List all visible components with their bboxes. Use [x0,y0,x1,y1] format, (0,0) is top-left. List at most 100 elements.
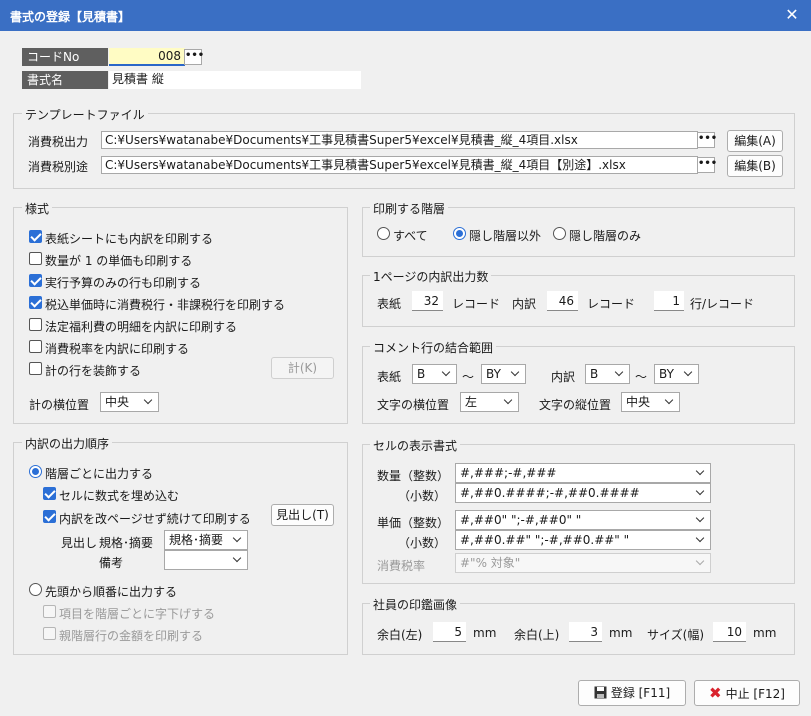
cover-lines-label: 表紙 [377,297,402,311]
qty-dec-select[interactable]: #,##0.####;-#,##0.#### [455,483,711,503]
template-group [13,113,795,189]
tax-sep-browse-button[interactable]: ••• [697,157,717,173]
qty-dec-label: （小数） [398,489,447,503]
style-checkbox-1[interactable] [29,252,42,265]
comment-detail-to-select[interactable]: BY [654,364,699,384]
qty-dec-value: #,##0.####;-#,##0.#### [460,486,640,500]
style-label-0: 表紙シートにも内訳を印刷する [45,232,214,246]
qty-int-label: 数量（整数） [377,469,450,483]
spec-label: 規格･摘要 [99,536,154,550]
cancel-button-label: 中止 [F12] [725,687,785,701]
style-label-5: 消費税率を内訳に印刷する [45,342,190,356]
chevron-down-icon [695,557,707,569]
style-group-title: 様式 [22,200,53,217]
tax-out-browse-button[interactable]: ••• [697,132,717,148]
rows-per-record-input[interactable]: 1 [654,291,684,311]
cancel-button[interactable]: ✖ 中止 [F12] [694,680,800,706]
print-level-radio-2[interactable] [553,227,566,240]
price-int-select[interactable]: #,##0" ";-#,##0" " [455,510,711,530]
comment-detail-from-select[interactable]: B [585,364,630,384]
style-checkbox-2[interactable] [29,274,42,287]
style-label-4: 法定福利費の明細を内訳に印刷する [45,320,238,334]
sum-position-value: 中央 [105,395,130,409]
code-label: コードNo [22,48,108,66]
tax-rate-select[interactable]: #"% 対象" [455,553,711,573]
lines-per-page-title: 1ページの内訳出力数 [370,268,492,285]
stamp-size-input[interactable]: 10 [713,622,746,642]
comment-cover-from-select[interactable]: B [412,364,457,384]
price-dec-value: #,##0.##" ";-#,##0.##" " [460,533,630,547]
tax-out-label: 消費税出力 [28,135,89,149]
tax-sep-path-input[interactable]: C:¥Users¥watanabe¥Documents¥工事見積書Super5¥… [101,156,698,174]
comment-h-value: 左 [465,395,478,409]
register-button[interactable]: 登録 [F11] [578,680,686,706]
stamp-left-input[interactable]: 5 [433,622,466,642]
indent-checkbox[interactable] [43,605,56,618]
spec-select[interactable]: 規格･摘要 [164,530,248,550]
tax-out-path-input[interactable]: C:¥Users¥watanabe¥Documents¥工事見積書Super5¥… [101,131,698,149]
style-checkbox-0[interactable] [29,230,42,243]
detail-lines-label: 内訳 [512,297,537,311]
print-level-radio-0[interactable] [377,227,390,240]
comment-v-select[interactable]: 中央 [621,392,680,412]
comment-h-label: 文字の横位置 [377,398,450,412]
rows-per-record-unit: 行/レコード [690,297,755,311]
heading-label: 見出し [61,536,98,550]
format-name-input[interactable]: 見積書 縦 [109,71,361,89]
output-order-sequential-label: 先頭から順番に出力する [45,585,178,599]
parent-amount-checkbox[interactable] [43,627,56,640]
chevron-down-icon [143,396,155,408]
chevron-down-icon [232,534,244,546]
stamp-size-unit: mm [753,626,777,640]
print-level-radio-1[interactable] [453,227,466,240]
embed-formula-label: セルに数式を埋め込む [59,489,180,503]
output-order-radio-sequential[interactable] [29,583,42,596]
tax-sep-edit-button[interactable]: 編集(B) [727,155,783,177]
qty-int-select[interactable]: #,###;-#,### [455,463,711,483]
spec-value: 規格･摘要 [169,533,224,547]
title-bar: 書式の登録【見積書】 ✕ [0,0,811,31]
chevron-down-icon [510,368,522,380]
embed-formula-checkbox[interactable] [43,487,56,500]
output-order-level-label: 階層ごとに出力する [45,467,154,481]
qty-int-value: #,###;-#,### [460,466,557,480]
print-level-label-2: 隠し階層のみ [569,229,642,243]
save-icon [594,686,607,699]
close-icon[interactable]: ✕ [781,4,803,26]
heading-button[interactable]: 見出し(T) [271,504,334,526]
stamp-top-input[interactable]: 3 [569,622,602,642]
style-checkbox-5[interactable] [29,340,42,353]
style-checkbox-6[interactable] [29,362,42,375]
note-label: 備考 [99,556,124,570]
note-select[interactable] [164,550,248,570]
sum-decorate-button[interactable]: 計(K) [271,357,334,379]
comment-range-title: コメント行の結合範囲 [370,339,497,356]
tax-sep-label: 消費税別途 [28,160,89,174]
tax-out-edit-button[interactable]: 編集(A) [727,130,783,152]
cancel-icon: ✖ [709,684,722,702]
tax-rate-value: #"% 対象" [460,556,521,570]
sum-position-select[interactable]: 中央 [100,392,159,412]
continuous-print-checkbox[interactable] [43,510,56,523]
code-input[interactable]: 008 [109,48,185,66]
price-int-value: #,##0" ";-#,##0" " [460,513,582,527]
output-order-radio-level[interactable] [29,465,42,478]
chevron-down-icon [695,514,707,526]
style-label-3: 税込単価時に消費税行・非課税行を印刷する [45,298,286,312]
cover-lines-input[interactable]: 32 [412,291,443,311]
chevron-down-icon [232,554,244,566]
comment-v-value: 中央 [626,395,651,409]
comment-cover-label: 表紙 [377,370,402,384]
detail-lines-input[interactable]: 46 [547,291,578,311]
comment-detail-to-value: BY [659,367,674,381]
detail-lines-unit: レコード [587,297,636,311]
style-checkbox-4[interactable] [29,318,42,331]
style-checkbox-3[interactable] [29,296,42,309]
comment-cover-to-select[interactable]: BY [481,364,526,384]
price-dec-select[interactable]: #,##0.##" ";-#,##0.##" " [455,530,711,550]
price-dec-label: （小数） [398,536,447,550]
code-lookup-button[interactable]: ••• [184,49,204,65]
print-level-label-0: すべて [393,229,428,243]
stamp-top-label: 余白(上) [514,628,560,642]
comment-h-select[interactable]: 左 [460,392,519,412]
